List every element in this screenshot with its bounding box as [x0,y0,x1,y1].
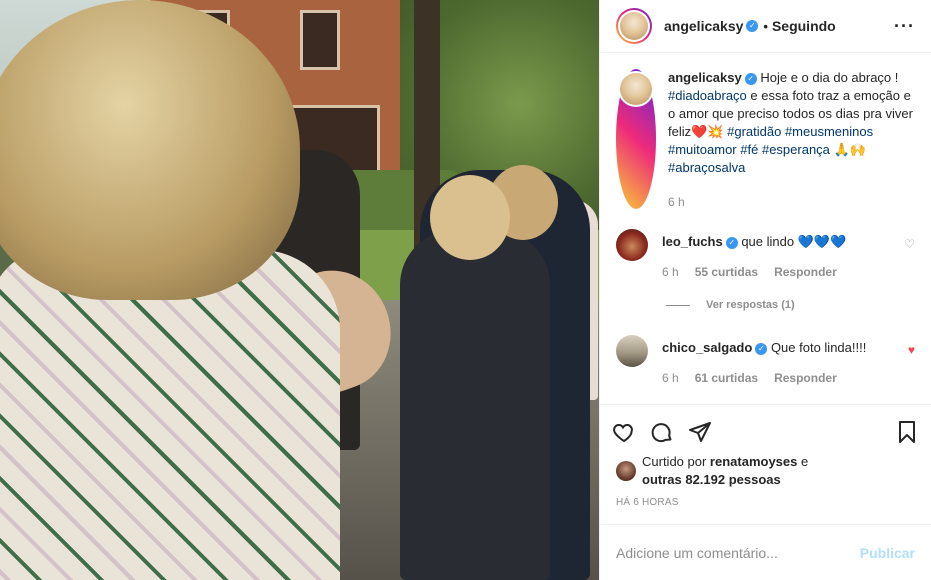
verified-icon: ✓ [744,72,757,85]
header-separator: • [763,18,768,34]
reply-button[interactable]: Responder [774,265,837,279]
photo-head [430,175,510,260]
view-replies-label: Ver respostas (1) [706,299,795,311]
reply-button[interactable]: Responder [774,371,837,385]
comment-likes[interactable]: 61 curtidas [695,371,758,385]
liker-username[interactable]: renatamoyses [710,454,797,469]
verified-icon: ✓ [755,342,768,355]
verified-icon: ✓ [746,20,759,32]
hashtag-link[interactable]: #meusmeninos [785,124,873,139]
post-sidebar: angelicaksy ✓ • Seguindo ··· angelicaksy… [599,0,931,580]
caption-username[interactable]: angelicaksy [668,70,742,85]
comment-text: leo_fuchs ✓ que lindo 💙💙💙 [662,229,896,251]
comment-username[interactable]: leo_fuchs [662,234,723,249]
hashtag-link[interactable]: #diadoabraço [668,88,747,103]
comment-input[interactable]: Adicione um comentário... [616,545,778,561]
post-actions: Curtido por renatamoyses e outras 82.192… [600,404,931,508]
likes-middle: e [797,454,809,469]
post-header: angelicaksy ✓ • Seguindo ··· [600,0,931,53]
header-avatar[interactable] [616,8,652,44]
bookmark-icon[interactable] [895,420,919,447]
following-button[interactable]: Seguindo [772,18,836,34]
comment-icon[interactable] [650,420,674,447]
verified-icon: ✓ [725,236,738,249]
replies-divider [666,304,690,306]
instagram-post: angelicaksy ✓ • Seguindo ··· angelicaksy… [0,0,931,580]
publish-button[interactable]: Publicar [860,545,915,561]
caption-avatar[interactable] [616,69,656,209]
comment-avatar[interactable] [616,229,648,261]
comment-meta: 6 h 55 curtidas Responder [662,265,896,279]
comment-time[interactable]: 6 h [662,371,679,385]
heart-filled-icon[interactable]: ♥ [908,343,915,385]
comment-likes[interactable]: 55 curtidas [695,265,758,279]
caption: angelicaksy ✓ Hoje e o dia do abraço ! #d… [616,69,915,209]
add-comment-bar: Adicione um comentário... Publicar [600,524,931,580]
comment-text: chico_salgado ✓ Que foto linda!!!! [662,335,900,357]
header-username[interactable]: angelicaksy [664,18,743,34]
likes-prefix: Curtido por [642,454,710,469]
caption-meta: 6 h [668,195,915,209]
hashtag-link[interactable]: #abraçosalva [668,160,745,175]
comment-body: que lindo 💙💙💙 [741,234,847,249]
comment-time[interactable]: 6 h [662,265,679,279]
heart-outline-icon[interactable]: ♡ [904,237,915,279]
hashtag-link[interactable]: #esperança [762,142,830,157]
comment-meta: 6 h 61 curtidas Responder [662,371,900,385]
hashtag-link[interactable]: #gratidão [727,124,781,139]
likes-text: Curtido por renatamoyses e outras 82.192… [642,453,808,489]
comment: chico_salgado ✓ Que foto linda!!!! 6 h 61… [616,335,915,385]
like-icon[interactable] [612,420,636,447]
liker-avatar[interactable] [616,461,636,481]
hashtag-link[interactable]: #muitoamor [668,142,737,157]
likes-summary: Curtido por renatamoyses e outras 82.192… [612,453,919,489]
more-options-icon[interactable]: ··· [894,16,915,37]
caption-segment: 🙏🙌 [829,142,866,157]
comment-body: Que foto linda!!!! [770,340,867,355]
share-icon[interactable] [688,420,712,447]
hashtag-link[interactable]: #fé [740,142,758,157]
photo-boy-short [400,230,550,580]
comment: leo_fuchs ✓ que lindo 💙💙💙 6 h 55 curtidas… [616,229,915,279]
post-timestamp[interactable]: HÁ 6 HORAS [612,489,919,508]
caption-segment: Hoje e o dia do abraço ! [760,70,899,85]
caption-time[interactable]: 6 h [668,195,685,209]
avatar [620,12,648,40]
photo-woman-hair [0,0,300,300]
comment-avatar[interactable] [616,335,648,367]
comments-list: angelicaksy ✓ Hoje e o dia do abraço ! #d… [600,53,931,404]
photo-window [300,10,340,70]
caption-text: angelicaksy ✓ Hoje e o dia do abraço ! #d… [668,69,915,177]
post-photo[interactable] [0,0,599,580]
avatar [620,73,652,105]
action-icons [612,413,919,453]
view-replies-button[interactable]: Ver respostas (1) [666,299,915,311]
comment-username[interactable]: chico_salgado [662,340,752,355]
likes-others-link[interactable]: outras 82.192 pessoas [642,472,781,487]
caption-body: Hoje e o dia do abraço ! #diadoabraço e … [668,70,913,175]
